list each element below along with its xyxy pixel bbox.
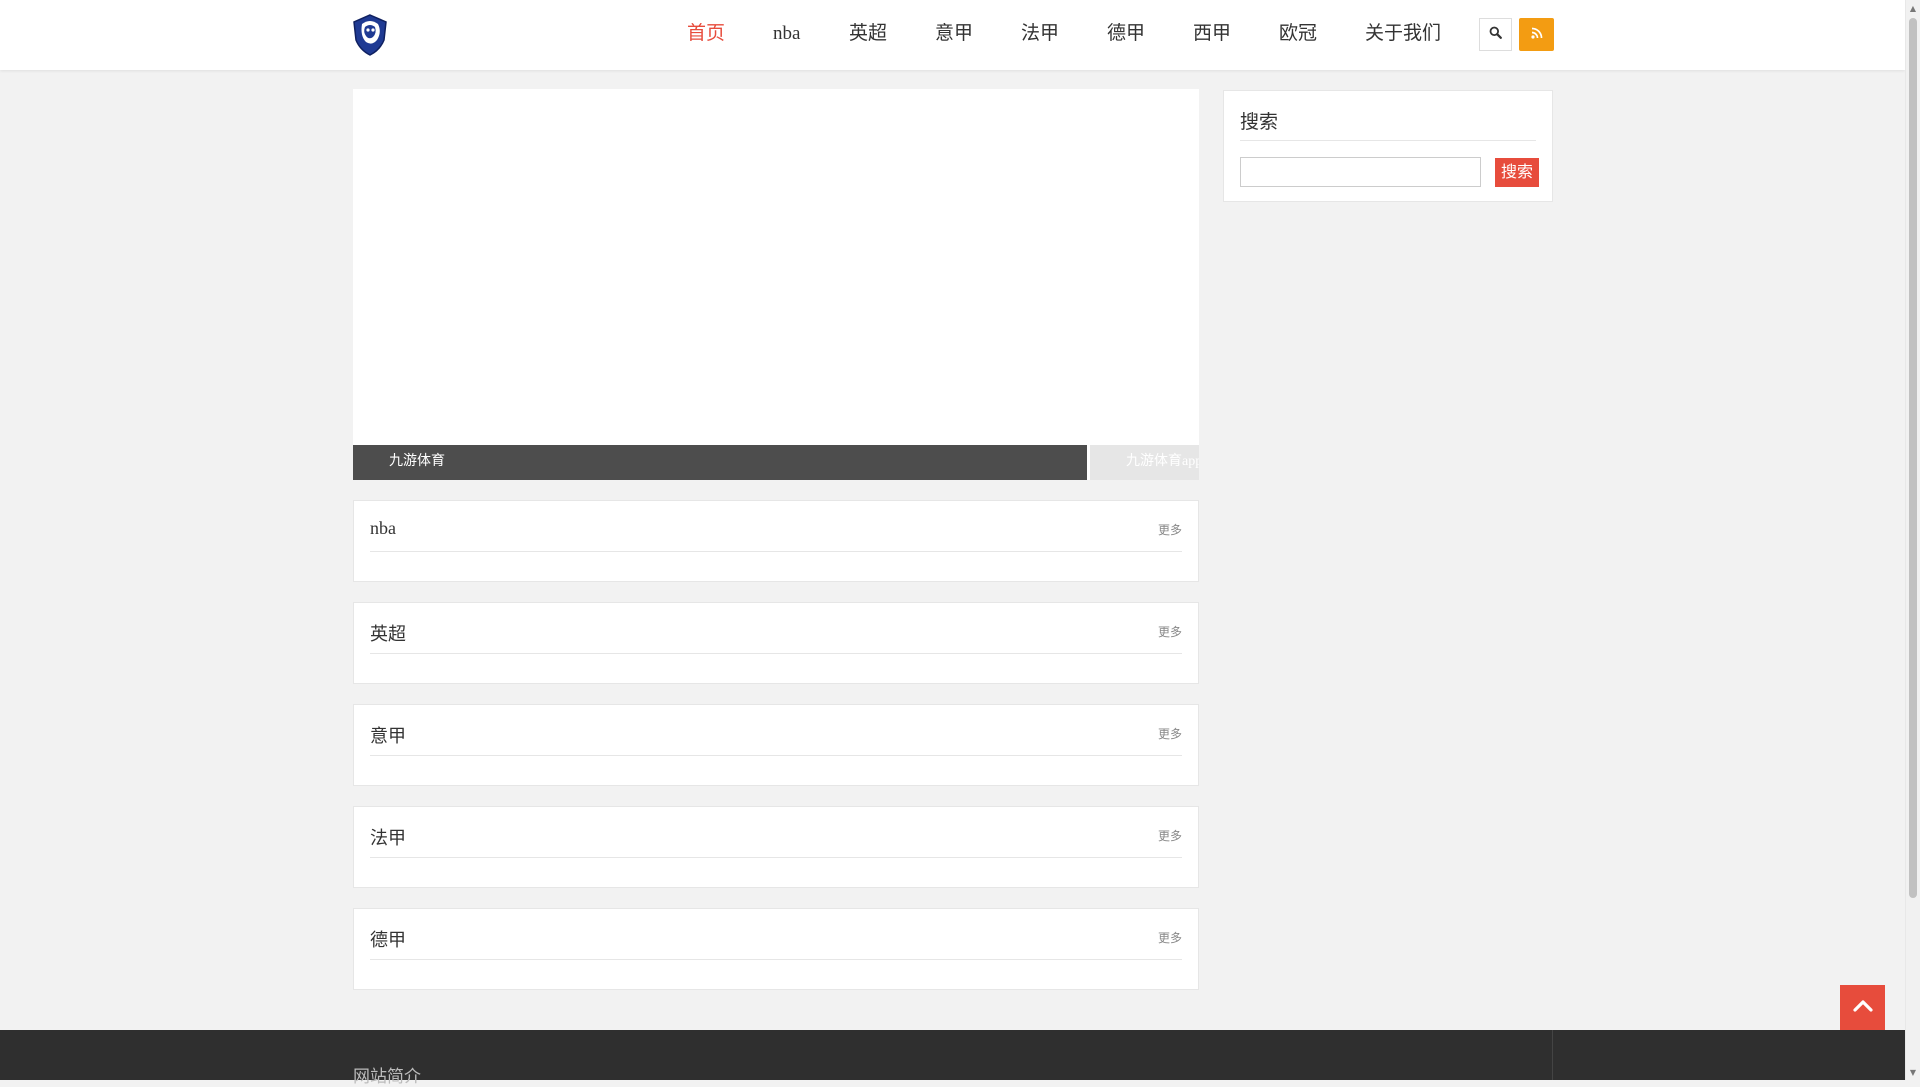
slider-tab[interactable]: 九游体育app [1090,445,1199,480]
rss-icon [1530,26,1543,44]
nav-item-champions-league[interactable]: 欧冠 [1279,0,1317,70]
nav-item-about-us[interactable]: 关于我们 [1365,0,1441,70]
chevron-up-icon [1852,998,1873,1017]
section-title: 意甲 [370,726,406,746]
divider [370,959,1182,960]
nav-item-premier-league[interactable]: 英超 [849,0,887,70]
section-more-link[interactable]: 更多 [1158,929,1182,946]
nav-item-la-liga[interactable]: 西甲 [1193,0,1231,70]
sidebar-search-widget: 搜索 搜索 [1223,90,1553,202]
section-bundesliga: 德甲 更多 [353,908,1199,990]
section-title: 法甲 [370,828,406,848]
section-title: 德甲 [370,930,406,950]
search-input[interactable] [1240,157,1481,187]
footer-title: 网站简介 [353,1067,421,1086]
divider [370,653,1182,654]
section-more-link[interactable]: 更多 [1158,827,1182,844]
divider [370,857,1182,858]
search-submit-button[interactable]: 搜索 [1495,158,1539,187]
divider [1552,1030,1553,1080]
section-ligue-1: 法甲 更多 [353,806,1199,888]
slider-tab[interactable]: 九游体育 [353,445,1087,480]
search-icon [1489,26,1502,44]
section-more-link[interactable]: 更多 [1158,623,1182,640]
section-title: nba [370,518,396,538]
rss-button[interactable] [1519,18,1554,51]
section-more-link[interactable]: 更多 [1158,521,1182,538]
site-header: 首页 nba 英超 意甲 法甲 德甲 西甲 欧冠 关于我们 [0,0,1905,70]
nav-item-serie-a[interactable]: 意甲 [935,0,973,70]
slider-tabs: 九游体育 九游体育app [353,445,1199,480]
section-premier-league: 英超 更多 [353,602,1199,684]
nav-item-home[interactable]: 首页 [687,0,725,70]
section-more-link[interactable]: 更多 [1158,725,1182,742]
section-nba: nba 更多 [353,500,1199,582]
divider [370,551,1182,552]
divider [370,755,1182,756]
page-scrollbar[interactable]: ▲ ▼ [1905,0,1920,1080]
widget-title: 搜索 [1240,112,1279,133]
section-serie-a: 意甲 更多 [353,704,1199,786]
site-logo[interactable] [352,14,388,56]
nav-item-ligue-1[interactable]: 法甲 [1021,0,1059,70]
site-footer: 网站简介 [0,1030,1905,1086]
scroll-down-arrow-icon[interactable]: ▼ [1906,1064,1920,1080]
header-search-button[interactable] [1479,18,1512,51]
scrollbar-thumb[interactable] [1909,18,1917,898]
section-title: 英超 [370,624,406,644]
featured-slider[interactable]: 九游体育 九游体育app [353,89,1199,480]
scroll-up-arrow-icon[interactable]: ▲ [1906,0,1920,16]
nav-item-nba[interactable]: nba [773,0,800,70]
back-to-top-button[interactable] [1840,985,1885,1030]
nav-item-bundesliga[interactable]: 德甲 [1107,0,1145,70]
divider [1240,140,1536,141]
